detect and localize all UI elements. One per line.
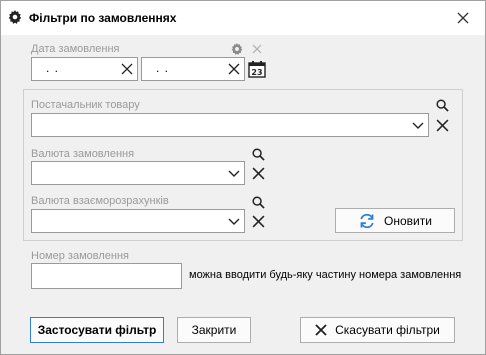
clear-date-from-icon[interactable] [121,63,133,75]
order-date-label: Дата замовлення [31,43,120,55]
clear-dates-icon[interactable] [252,44,262,54]
date-to-field[interactable]: . . [141,57,245,81]
reset-filters-button[interactable]: Скасувати фільтри [300,317,455,343]
settings-gear-icon[interactable] [231,43,243,55]
order-currency-label: Валюта замовлення [31,148,135,160]
refresh-icon [360,213,374,228]
title-bar: Фільтри по замовленнях [1,1,485,35]
clear-date-to-icon[interactable] [228,63,240,75]
reset-filters-label: Скасувати фільтри [335,323,440,337]
order-number-hint: можна вводити будь-яку частину номера за… [189,269,462,281]
supplier-select[interactable] [31,113,429,137]
refresh-label: Оновити [384,213,432,228]
close-icon[interactable] [455,10,471,26]
order-currency-select[interactable] [31,161,245,185]
supplier-search-icon[interactable] [436,99,449,112]
order-currency-search-icon[interactable] [252,148,265,161]
close-icon [315,324,327,336]
close-label: Закрити [191,323,237,337]
chevron-down-icon[interactable] [228,217,240,227]
date-from-value: . . [46,61,60,75]
settlement-currency-select[interactable] [31,209,245,233]
apply-filter-button[interactable]: Застосувати фільтр [30,317,164,343]
order-currency-clear-icon[interactable] [252,167,265,180]
dialog-title: Фільтри по замовленнях [29,11,177,25]
settlement-currency-search-icon[interactable] [252,196,265,209]
refresh-button[interactable]: Оновити [335,208,455,233]
chevron-down-icon[interactable] [228,169,240,179]
close-button[interactable]: Закрити [177,317,251,343]
filter-dialog: Фільтри по замовленнях Дата замовлення .… [0,0,486,355]
settlement-currency-clear-icon[interactable] [252,215,265,228]
order-number-input[interactable] [31,263,182,289]
chevron-down-icon[interactable] [412,121,424,131]
gear-icon [8,10,22,24]
calendar-icon[interactable]: 23 [248,60,266,78]
date-from-field[interactable]: . . [31,57,138,81]
date-to-value: . . [156,61,170,75]
supplier-clear-icon[interactable] [436,119,449,132]
order-number-label: Номер замовлення [31,250,129,262]
apply-filter-label: Застосувати фільтр [37,323,157,337]
supplier-label: Постачальник товару [31,99,140,111]
settlement-currency-label: Валюта взаєморозрахунків [31,195,169,207]
svg-text:23: 23 [251,68,262,77]
